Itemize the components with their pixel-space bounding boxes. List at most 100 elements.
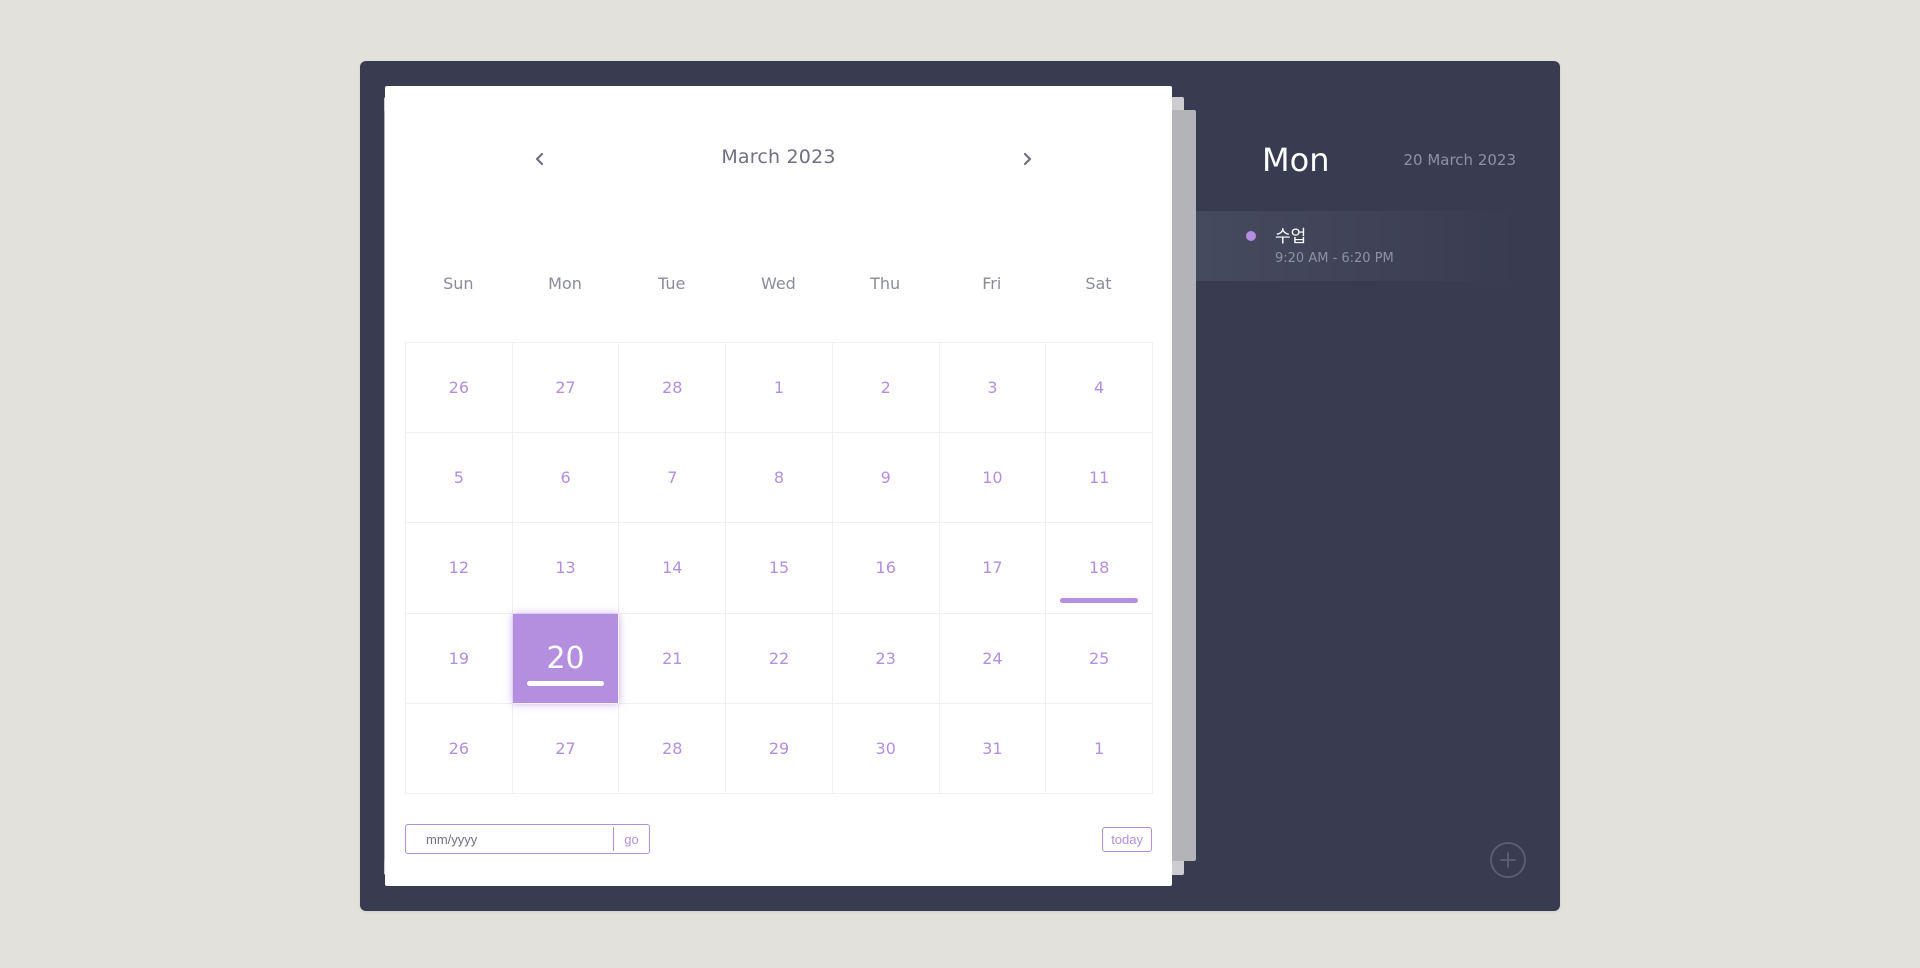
event-dot-icon xyxy=(1246,231,1256,241)
day-number: 11 xyxy=(1088,468,1110,488)
day-cell[interactable]: 18 xyxy=(1046,523,1153,614)
day-number: 19 xyxy=(448,648,470,668)
day-cell[interactable]: 8 xyxy=(726,433,833,524)
day-cell[interactable]: 16 xyxy=(832,523,940,614)
day-cell[interactable]: 23 xyxy=(832,613,940,704)
day-number: 25 xyxy=(1088,648,1110,668)
day-number: 2 xyxy=(880,378,891,398)
calendar-panel: March 2023 Sun Mon Tue Wed Thu Fri Sat 26 27 28 1… xyxy=(385,86,1172,886)
today-button[interactable]: today xyxy=(1102,827,1152,852)
day-cell[interactable]: 21 xyxy=(619,613,727,704)
event-indicator xyxy=(526,680,605,686)
day-cell[interactable]: 26 xyxy=(406,703,513,794)
day-number: 17 xyxy=(982,558,1003,578)
weekday-label: Tue xyxy=(658,274,686,293)
event-time: 9:20 AM - 6:20 PM xyxy=(1275,251,1394,266)
day-cell[interactable]: 22 xyxy=(726,613,833,704)
day-number: 5 xyxy=(453,468,464,488)
day-cell[interactable]: 13 xyxy=(512,523,620,614)
calendar-app: March 2023 Sun Mon Tue Wed Thu Fri Sat 26 27 28 1… xyxy=(360,61,1560,911)
go-button[interactable]: go xyxy=(613,827,649,851)
event-item[interactable]: 수업 9:20 AM - 6:20 PM xyxy=(1196,211,1516,281)
day-cell[interactable]: 2 xyxy=(832,343,940,434)
day-cell[interactable]: 1 xyxy=(1046,703,1153,794)
day-detail-panel: Mon 20 March 2023 수업 9:20 AM - 6:20 PM xyxy=(1196,61,1560,911)
day-cell[interactable]: 26 xyxy=(406,343,513,434)
day-cell[interactable]: 25 xyxy=(1046,613,1153,704)
plus-icon xyxy=(1500,852,1516,868)
day-number: 3 xyxy=(987,378,998,398)
day-number: 23 xyxy=(875,648,896,668)
day-cell[interactable]: 31 xyxy=(939,703,1047,794)
calendar-header: March 2023 xyxy=(385,138,1172,188)
day-cell[interactable]: 27 xyxy=(512,343,620,434)
chevron-right-icon xyxy=(1023,152,1032,166)
day-number: 14 xyxy=(662,558,683,578)
day-cell[interactable]: 30 xyxy=(832,703,940,794)
weekday-label: Wed xyxy=(760,274,796,293)
day-number: 28 xyxy=(662,378,683,398)
day-number: 8 xyxy=(773,468,785,488)
day-cell[interactable]: 11 xyxy=(1046,433,1153,524)
day-cell[interactable]: 28 xyxy=(619,703,727,794)
day-grid: 26 27 28 1 2 3 4 5 6 7 8 9 10 11 12 13 14 15 16 17 18 19 20 21 2… xyxy=(405,342,1153,794)
day-number: 16 xyxy=(875,558,896,578)
weekday-label: Sat xyxy=(1085,274,1112,293)
day-cell[interactable]: 4 xyxy=(1046,343,1153,434)
day-number: 27 xyxy=(555,378,576,398)
month-title: March 2023 xyxy=(721,146,836,168)
day-number: 30 xyxy=(875,738,896,758)
day-number: 10 xyxy=(982,468,1003,488)
weekday-label: Fri xyxy=(982,274,1002,293)
day-number: 24 xyxy=(982,648,1003,668)
weekday-label: Thu xyxy=(870,274,901,293)
day-number: 26 xyxy=(448,738,470,758)
day-number: 20 xyxy=(546,640,585,676)
day-number: 22 xyxy=(768,648,790,668)
day-cell[interactable]: 9 xyxy=(832,433,940,524)
day-number: 1 xyxy=(1094,738,1105,758)
event-title: 수업 xyxy=(1275,227,1307,247)
day-cell[interactable]: 24 xyxy=(939,613,1047,704)
day-number: 4 xyxy=(1094,378,1105,398)
day-number: 29 xyxy=(768,738,790,758)
day-cell[interactable]: 28 xyxy=(619,343,727,434)
day-number: 6 xyxy=(560,468,571,488)
day-cell-selected[interactable]: 20 xyxy=(512,613,620,704)
day-number: 26 xyxy=(448,378,470,398)
selected-day-name: Mon xyxy=(1262,141,1330,179)
day-number: 1 xyxy=(773,378,785,398)
day-number: 9 xyxy=(880,468,891,488)
month-year-input[interactable] xyxy=(406,825,613,853)
add-event-button[interactable] xyxy=(1490,842,1526,878)
day-cell[interactable]: 12 xyxy=(406,523,513,614)
day-number: 15 xyxy=(768,558,790,578)
calendar-footer: go today xyxy=(405,824,1152,856)
day-number: 21 xyxy=(662,648,683,668)
day-cell[interactable]: 17 xyxy=(939,523,1047,614)
day-cell[interactable]: 19 xyxy=(406,613,513,704)
day-cell[interactable]: 3 xyxy=(939,343,1047,434)
day-cell[interactable]: 15 xyxy=(726,523,833,614)
date-jump-form: go xyxy=(405,824,650,854)
day-cell[interactable]: 29 xyxy=(726,703,833,794)
day-number: 12 xyxy=(448,558,470,578)
day-cell[interactable]: 7 xyxy=(619,433,727,524)
day-cell[interactable]: 6 xyxy=(512,433,620,524)
day-cell[interactable]: 10 xyxy=(939,433,1047,524)
weekday-header-row: Sun Mon Tue Wed Thu Fri Sat xyxy=(405,274,1152,300)
day-cell[interactable]: 27 xyxy=(512,703,620,794)
weekday-label: Sun xyxy=(443,274,474,293)
next-month-button[interactable] xyxy=(1013,144,1043,174)
day-cell[interactable]: 14 xyxy=(619,523,727,614)
day-cell[interactable]: 5 xyxy=(406,433,513,524)
event-indicator xyxy=(1060,597,1138,603)
day-number: 18 xyxy=(1088,558,1110,578)
day-number: 27 xyxy=(555,738,576,758)
day-number: 7 xyxy=(667,468,678,488)
selected-full-date: 20 March 2023 xyxy=(1403,151,1516,169)
day-number: 31 xyxy=(982,738,1003,758)
day-number: 28 xyxy=(662,738,683,758)
day-number: 13 xyxy=(555,558,576,578)
day-cell[interactable]: 1 xyxy=(726,343,833,434)
